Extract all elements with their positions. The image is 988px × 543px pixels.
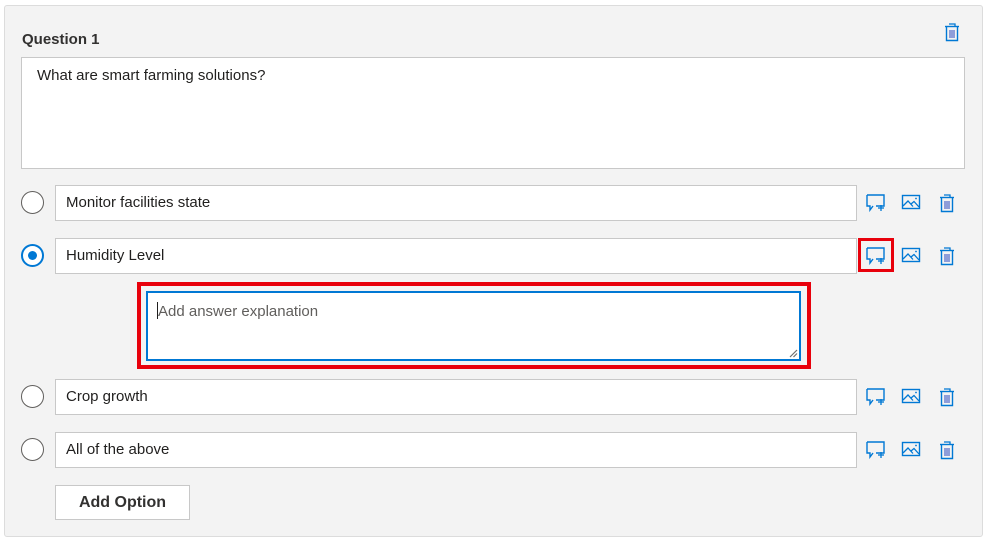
trash-icon <box>940 247 954 266</box>
option-4-add-image-button[interactable] <box>901 440 923 460</box>
option-1-input[interactable]: Monitor facilities state <box>55 185 857 221</box>
option-2-radio[interactable] <box>21 244 44 267</box>
comment-add-icon <box>866 441 885 460</box>
comment-add-icon <box>866 194 885 213</box>
image-icon <box>901 247 921 263</box>
option-4-add-explanation-button[interactable] <box>865 440 887 460</box>
add-option-button[interactable]: Add Option <box>55 485 190 520</box>
option-2-input[interactable]: Humidity Level <box>55 238 857 274</box>
option-3-add-explanation-button[interactable] <box>865 387 887 407</box>
question-label: Question 1 <box>22 31 100 48</box>
option-1-delete-button[interactable] <box>938 193 960 213</box>
option-3-radio[interactable] <box>21 385 44 408</box>
trash-icon <box>940 441 954 460</box>
option-1-radio[interactable] <box>21 191 44 214</box>
trash-icon <box>940 194 954 213</box>
resize-handle-icon[interactable] <box>788 348 798 358</box>
image-icon <box>901 388 921 404</box>
option-2-add-image-button[interactable] <box>901 246 923 266</box>
option-4-radio[interactable] <box>21 438 44 461</box>
trash-icon <box>940 388 954 407</box>
image-icon <box>901 194 921 210</box>
explanation-placeholder: Add answer explanation <box>158 303 319 320</box>
option-1-add-image-button[interactable] <box>901 193 923 213</box>
option-1-add-explanation-button[interactable] <box>865 193 887 213</box>
option-4-delete-button[interactable] <box>938 440 960 460</box>
answer-explanation-input[interactable]: Add answer explanation <box>146 291 801 361</box>
option-3-add-image-button[interactable] <box>901 387 923 407</box>
option-2-delete-button[interactable] <box>938 246 960 266</box>
option-3-input[interactable]: Crop growth <box>55 379 857 415</box>
option-4-input[interactable]: All of the above <box>55 432 857 468</box>
delete-question-button[interactable] <box>943 22 961 42</box>
question-text-input[interactable]: What are smart farming solutions? <box>21 57 965 169</box>
option-3-delete-button[interactable] <box>938 387 960 407</box>
highlight-box-comment <box>858 238 894 272</box>
trash-icon <box>945 23 959 42</box>
image-icon <box>901 441 921 457</box>
comment-add-icon <box>866 388 885 407</box>
